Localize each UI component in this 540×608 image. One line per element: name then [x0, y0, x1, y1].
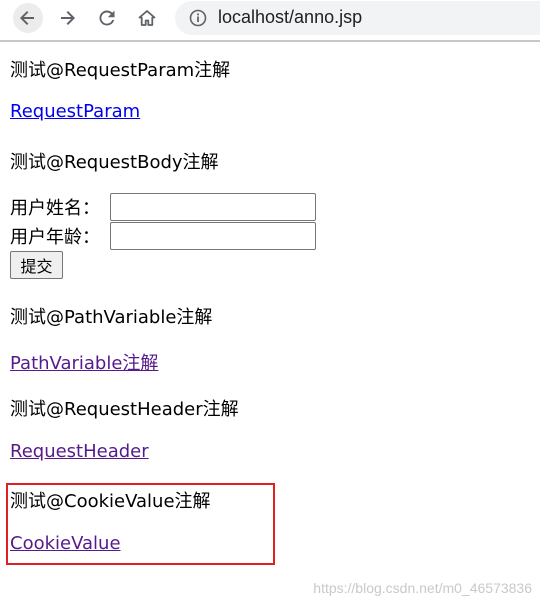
- heading-path-variable: 测试@PathVariable注解: [10, 307, 213, 328]
- heading-request-body: 测试@RequestBody注解: [10, 152, 219, 173]
- forward-arrow-icon: [61, 11, 75, 25]
- heading-request-header: 测试@RequestHeader注解: [10, 399, 239, 420]
- back-button[interactable]: [13, 3, 43, 33]
- home-icon: [138, 10, 156, 26]
- link-request-param[interactable]: RequestParam: [10, 101, 140, 122]
- back-arrow-icon: [20, 11, 34, 25]
- reload-button[interactable]: [92, 3, 122, 33]
- submit-button[interactable]: 提交: [10, 251, 63, 279]
- info-icon[interactable]: [189, 9, 207, 27]
- forward-button[interactable]: [52, 3, 82, 33]
- watermark: https://blog.csdn.net/m0_46573836: [313, 580, 532, 596]
- address-bar[interactable]: localhost/anno.jsp: [175, 1, 540, 35]
- reload-icon: [99, 10, 115, 26]
- link-path-variable[interactable]: PathVariable注解: [10, 349, 158, 375]
- age-input[interactable]: [110, 222, 316, 250]
- link-request-header[interactable]: RequestHeader: [10, 441, 149, 462]
- username-label: 用户姓名：: [10, 198, 100, 219]
- heading-request-param: 测试@RequestParam注解: [10, 60, 231, 81]
- username-input[interactable]: [110, 193, 316, 221]
- highlight-box: [6, 483, 275, 565]
- browser-toolbar: localhost/anno.jsp: [0, 0, 540, 42]
- age-label: 用户年龄：: [10, 227, 100, 248]
- home-button[interactable]: [132, 3, 162, 33]
- address-url[interactable]: localhost/anno.jsp: [218, 7, 362, 28]
